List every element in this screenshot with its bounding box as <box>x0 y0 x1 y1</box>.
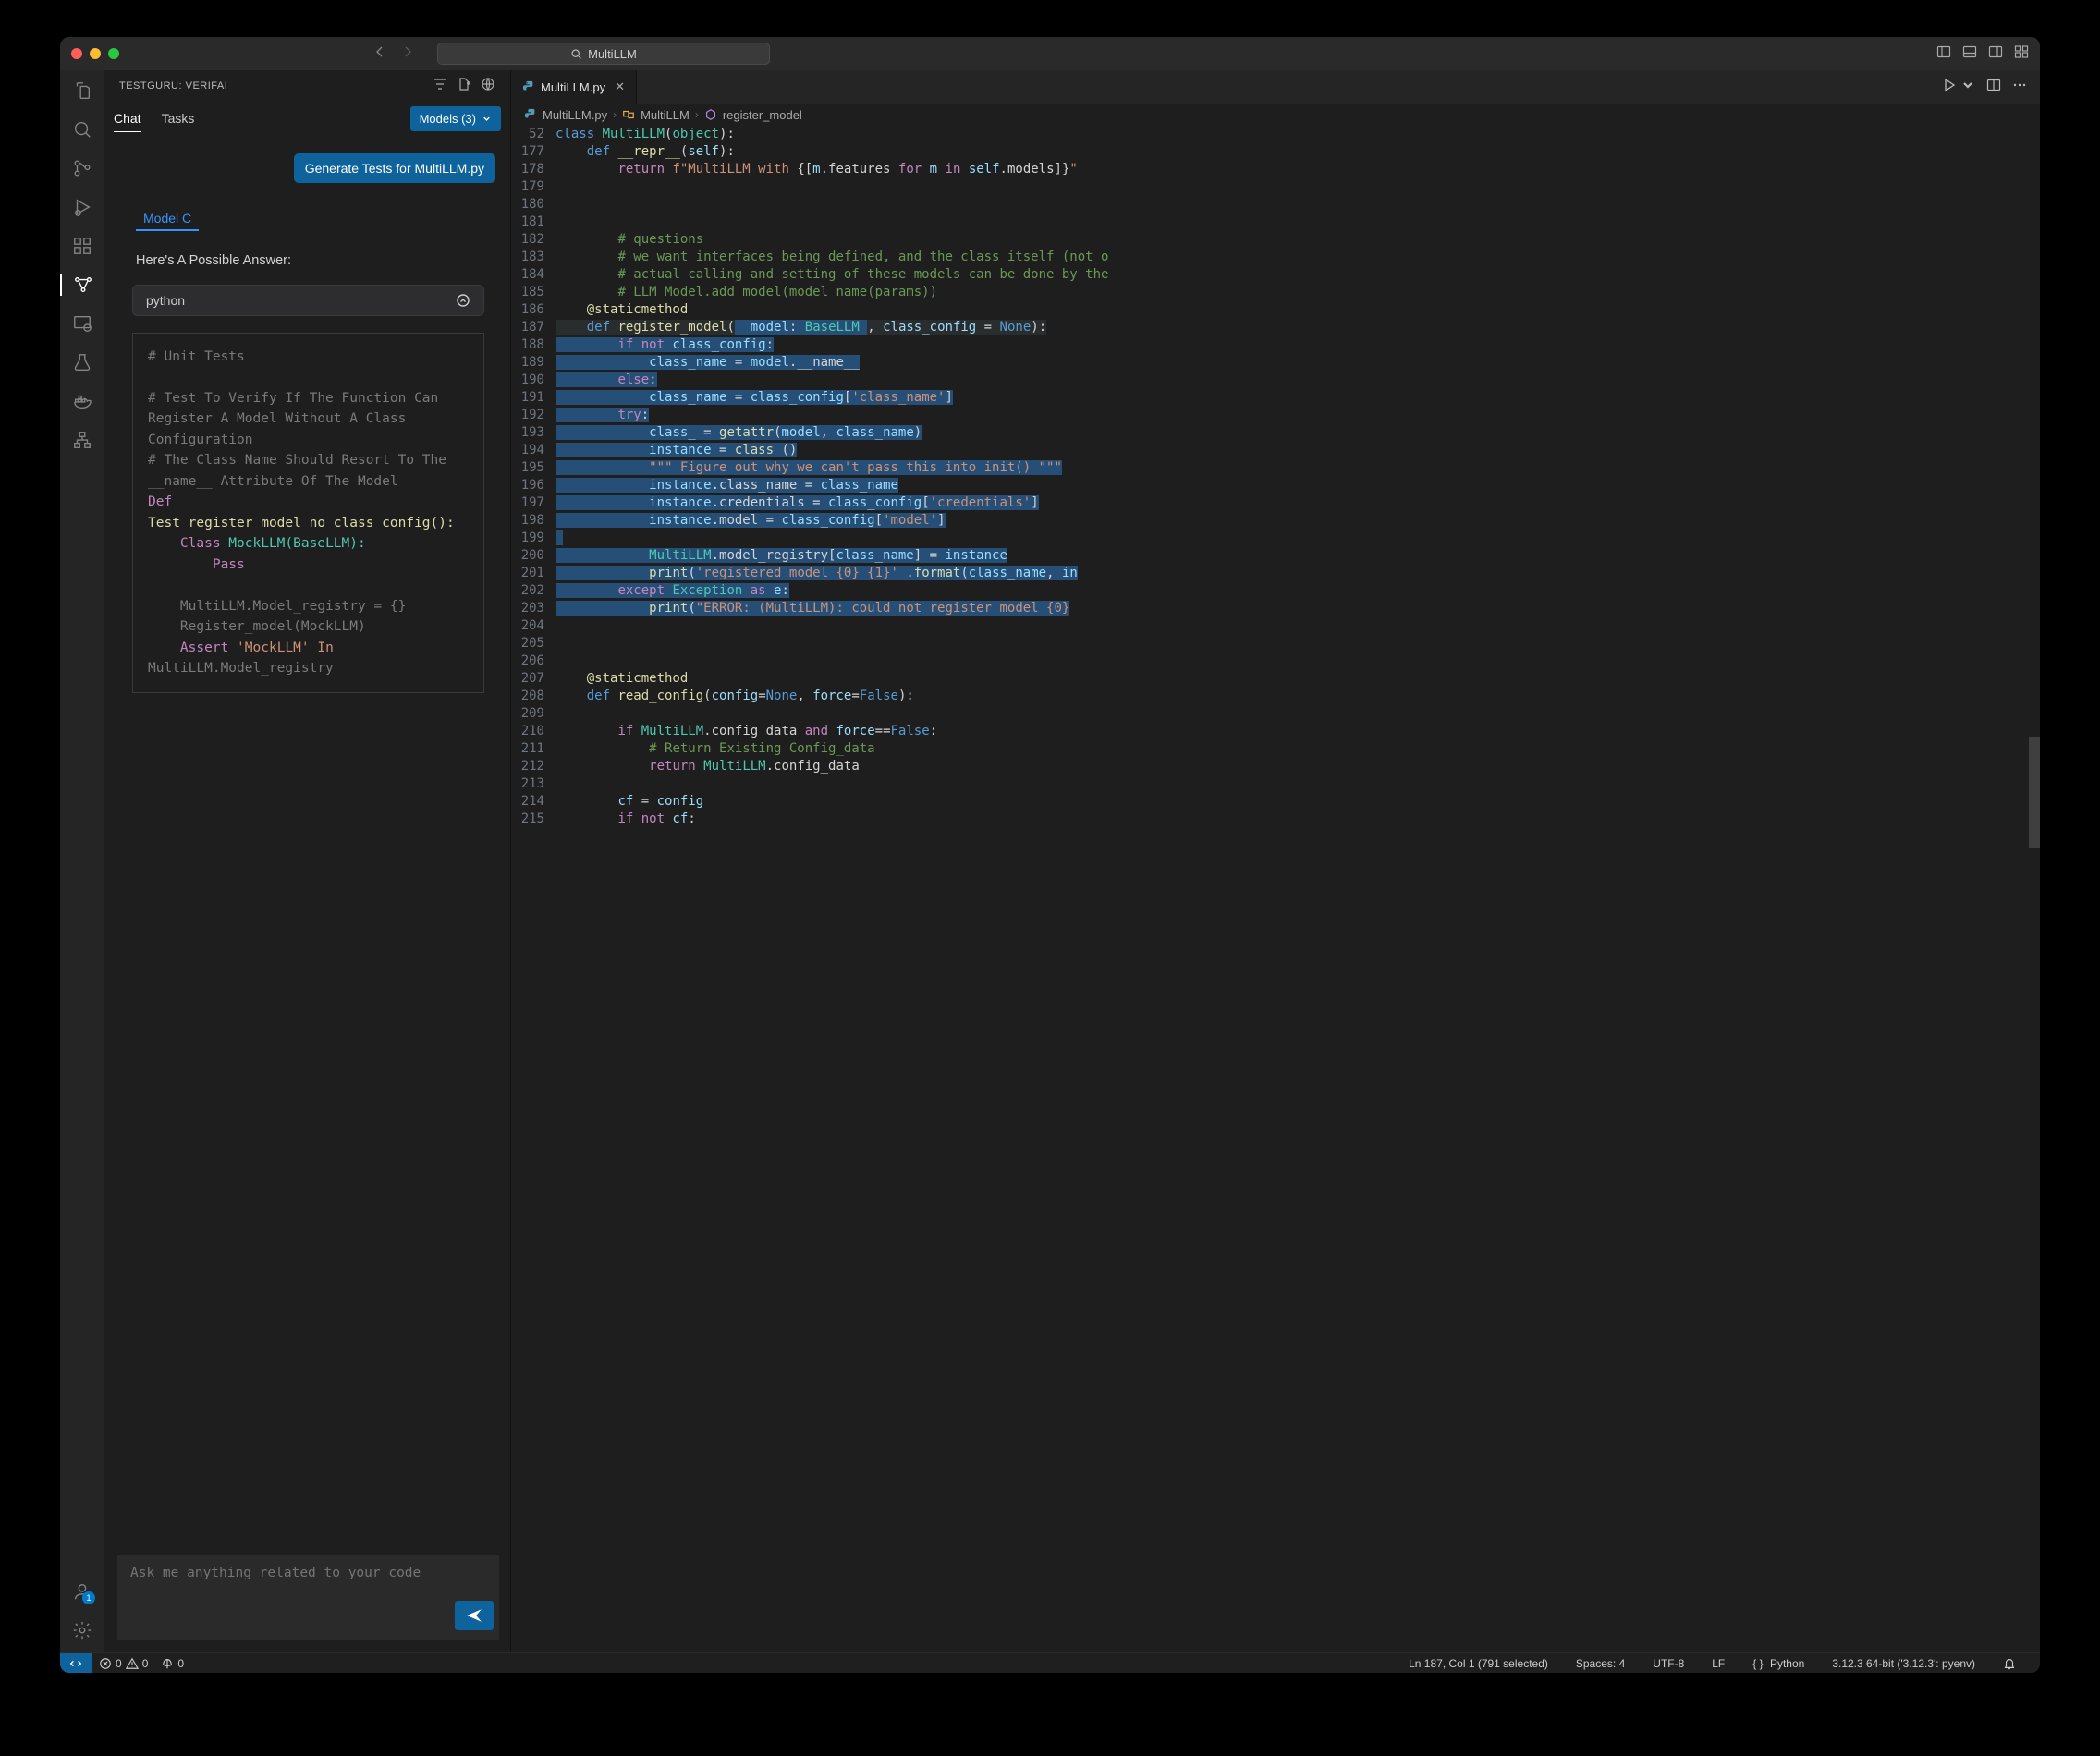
close-window-button[interactable] <box>71 48 82 59</box>
encoding-indicator[interactable]: UTF-8 <box>1653 1657 1684 1670</box>
more-actions-icon[interactable] <box>2012 78 2027 97</box>
model-response-tab[interactable]: Model C <box>136 207 199 231</box>
answer-heading: Here's A Possible Answer: <box>136 253 495 268</box>
cursor-position[interactable]: Ln 187, Col 1 (791 selected) <box>1409 1657 1548 1670</box>
tasks-tab[interactable]: Tasks <box>162 105 195 131</box>
python-file-icon <box>524 108 537 121</box>
generated-code-block: # Unit Tests # Test To Verify If The Fun… <box>132 333 484 693</box>
layout-customize-icon[interactable] <box>2014 44 2029 64</box>
split-editor-icon[interactable] <box>1986 78 2001 97</box>
settings-gear-icon[interactable] <box>71 1619 93 1641</box>
statusbar: 0 0 0 Ln 187, Col 1 (791 selected) Space… <box>60 1652 2040 1673</box>
search-icon[interactable] <box>71 118 93 140</box>
breadcrumbs[interactable]: MultiLLM.py › MultiLLM › register_model <box>511 104 2040 126</box>
problems-indicator[interactable]: 0 0 <box>99 1657 148 1670</box>
accounts-icon[interactable] <box>71 1580 93 1603</box>
minimap[interactable] <box>2029 126 2040 1652</box>
run-debug-icon[interactable] <box>71 196 93 218</box>
globe-icon[interactable] <box>481 77 495 96</box>
window-controls <box>71 48 119 59</box>
chat-input[interactable] <box>117 1555 499 1640</box>
language-mode[interactable]: { } Python <box>1752 1657 1804 1670</box>
user-message: Generate Tests for MultiLLM.py <box>294 153 495 183</box>
models-dropdown-button[interactable]: Models (3) <box>410 106 501 131</box>
method-symbol-icon <box>704 108 717 121</box>
code-editor[interactable]: 52 177 178 179 180 181 182 183 184 185 1… <box>511 126 2040 1652</box>
testing-icon[interactable] <box>71 351 93 373</box>
search-icon <box>570 48 582 60</box>
eol-indicator[interactable]: LF <box>1712 1657 1725 1670</box>
activity-bar <box>60 70 104 1652</box>
python-file-icon <box>522 80 535 93</box>
chevron-up-circle-icon <box>456 293 470 308</box>
python-interpreter[interactable]: 3.12.3 64-bit ('3.12.3': pyenv) <box>1832 1657 1975 1670</box>
remote-indicator[interactable] <box>60 1653 92 1673</box>
run-dropdown-icon[interactable] <box>1960 78 1975 97</box>
extensions-icon[interactable] <box>71 235 93 257</box>
line-numbers-gutter: 52 177 178 179 180 181 182 183 184 185 1… <box>511 126 556 1652</box>
close-tab-icon[interactable]: ✕ <box>615 79 625 94</box>
editor-area: MultiLLM.py ✕ MultiLLM.py › MultiLLM › <box>511 70 2040 1652</box>
chat-tab[interactable]: Chat <box>114 105 141 132</box>
language-pill[interactable]: python <box>132 285 484 316</box>
filter-icon[interactable] <box>433 77 447 96</box>
editor-tabs: MultiLLM.py ✕ <box>511 70 2040 104</box>
search-text: MultiLLM <box>588 47 637 61</box>
testguru-icon[interactable] <box>60 274 104 296</box>
maximize-window-button[interactable] <box>108 48 119 59</box>
layout-secondary-sidebar-icon[interactable] <box>1988 44 2003 64</box>
remote-explorer-icon[interactable] <box>71 312 93 335</box>
nav-back-icon[interactable] <box>372 44 387 64</box>
chevron-down-icon <box>482 114 492 124</box>
ports-indicator[interactable]: 0 <box>161 1657 184 1670</box>
titlebar: MultiLLM <box>60 37 2040 70</box>
chat-container: Generate Tests for MultiLLM.py Model C H… <box>104 135 510 1545</box>
run-file-icon[interactable] <box>1942 78 1957 97</box>
class-symbol-icon <box>622 108 635 121</box>
vscode-window: MultiLLM <box>60 37 2040 1673</box>
editor-tab[interactable]: MultiLLM.py ✕ <box>511 70 637 104</box>
new-file-icon[interactable] <box>457 77 471 96</box>
send-button[interactable] <box>455 1601 494 1630</box>
send-icon <box>466 1607 482 1624</box>
source-control-icon[interactable] <box>71 157 93 179</box>
hierarchy-icon[interactable] <box>71 429 93 451</box>
nav-forward-icon[interactable] <box>400 44 415 64</box>
nav-arrows <box>372 44 415 64</box>
sidepanel-title: TESTGURU: VERIFAI <box>119 80 227 91</box>
indentation-indicator[interactable]: Spaces: 4 <box>1576 1657 1625 1670</box>
explorer-icon[interactable] <box>71 79 93 102</box>
code-content: class MultiLLM(object): def __repr__(sel… <box>556 126 2040 1652</box>
layout-primary-sidebar-icon[interactable] <box>1936 44 1951 64</box>
minimize-window-button[interactable] <box>90 48 101 59</box>
extension-sidepanel: TESTGURU: VERIFAI Chat Tasks Models (3) … <box>104 70 511 1652</box>
layout-panel-icon[interactable] <box>1962 44 1977 64</box>
notifications-icon[interactable] <box>2003 1657 2016 1670</box>
docker-icon[interactable] <box>71 390 93 412</box>
command-center-search[interactable]: MultiLLM <box>437 43 770 65</box>
